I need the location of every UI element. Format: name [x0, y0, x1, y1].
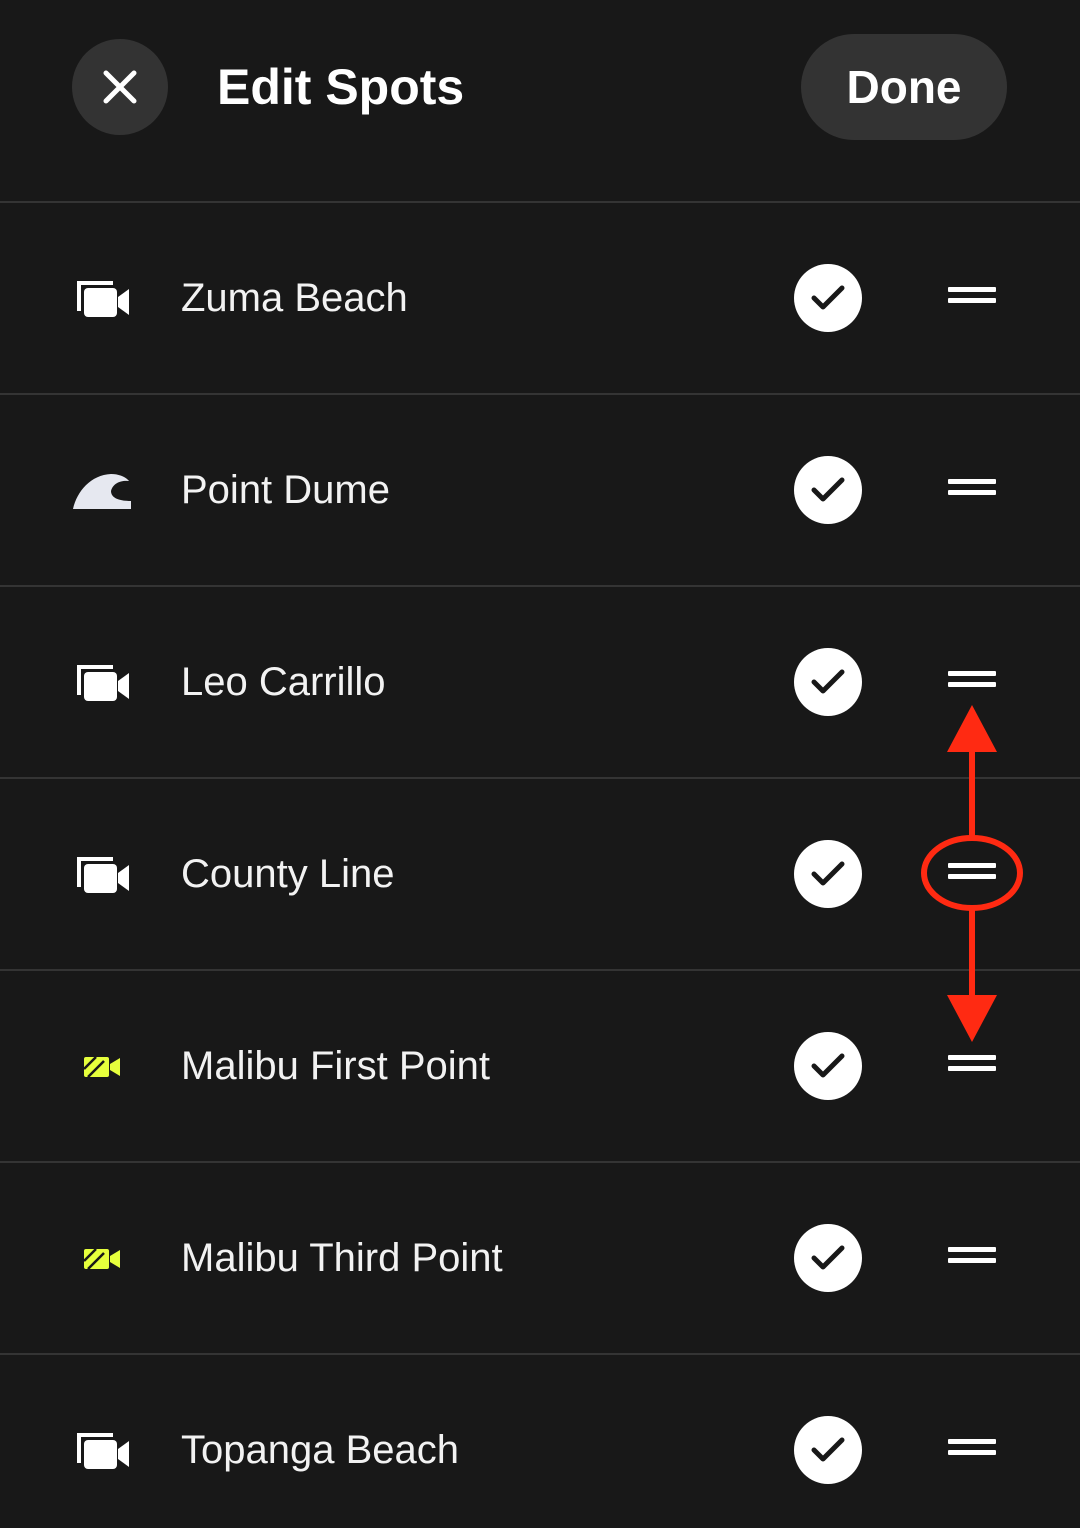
- spot-row: County Line: [0, 777, 1080, 969]
- drag-handle-icon[interactable]: [946, 671, 998, 697]
- camera-icon: [70, 1421, 134, 1481]
- premium-camera-icon: [70, 1037, 134, 1097]
- drag-handle-icon[interactable]: [946, 863, 998, 889]
- camera-icon: [70, 269, 134, 329]
- close-icon: [103, 70, 137, 104]
- premium-camera-icon: [70, 1229, 134, 1289]
- close-button[interactable]: [72, 39, 168, 135]
- spot-row: Malibu Third Point: [0, 1161, 1080, 1353]
- spot-row: Malibu First Point: [0, 969, 1080, 1161]
- drag-handle-icon[interactable]: [946, 1439, 998, 1465]
- spot-row: Zuma Beach: [0, 201, 1080, 393]
- wave-icon: [70, 461, 134, 521]
- camera-icon: [70, 653, 134, 713]
- spot-row: Topanga Beach: [0, 1353, 1080, 1528]
- spot-name: Leo Carrillo: [181, 660, 386, 704]
- check-icon[interactable]: [794, 648, 862, 716]
- done-button[interactable]: Done: [801, 34, 1007, 140]
- drag-handle-icon[interactable]: [946, 1247, 998, 1273]
- spot-row: Point Dume: [0, 393, 1080, 585]
- spot-name: Topanga Beach: [181, 1428, 460, 1472]
- spot-name: Point Dume: [181, 468, 390, 512]
- check-icon[interactable]: [794, 1224, 862, 1292]
- spot-name: Malibu First Point: [181, 1044, 490, 1088]
- drag-handle-icon[interactable]: [946, 287, 998, 313]
- check-icon[interactable]: [794, 456, 862, 524]
- page-title: Edit Spots: [217, 59, 465, 115]
- check-icon[interactable]: [794, 840, 862, 908]
- spot-name: County Line: [181, 852, 395, 896]
- drag-handle-icon[interactable]: [946, 1055, 998, 1081]
- edit-spots-screen: Edit Spots Done Zuma Beach Point Dume Le…: [0, 0, 1080, 1528]
- drag-handle-icon[interactable]: [946, 479, 998, 505]
- header: Edit Spots Done: [0, 0, 1080, 202]
- spot-row: Leo Carrillo: [0, 585, 1080, 777]
- check-icon[interactable]: [794, 264, 862, 332]
- check-icon[interactable]: [794, 1032, 862, 1100]
- check-icon[interactable]: [794, 1416, 862, 1484]
- camera-icon: [70, 845, 134, 905]
- spot-name: Malibu Third Point: [181, 1236, 503, 1280]
- spots-list: Zuma Beach Point Dume Leo Carrillo Count…: [0, 201, 1080, 1528]
- spot-name: Zuma Beach: [181, 276, 408, 320]
